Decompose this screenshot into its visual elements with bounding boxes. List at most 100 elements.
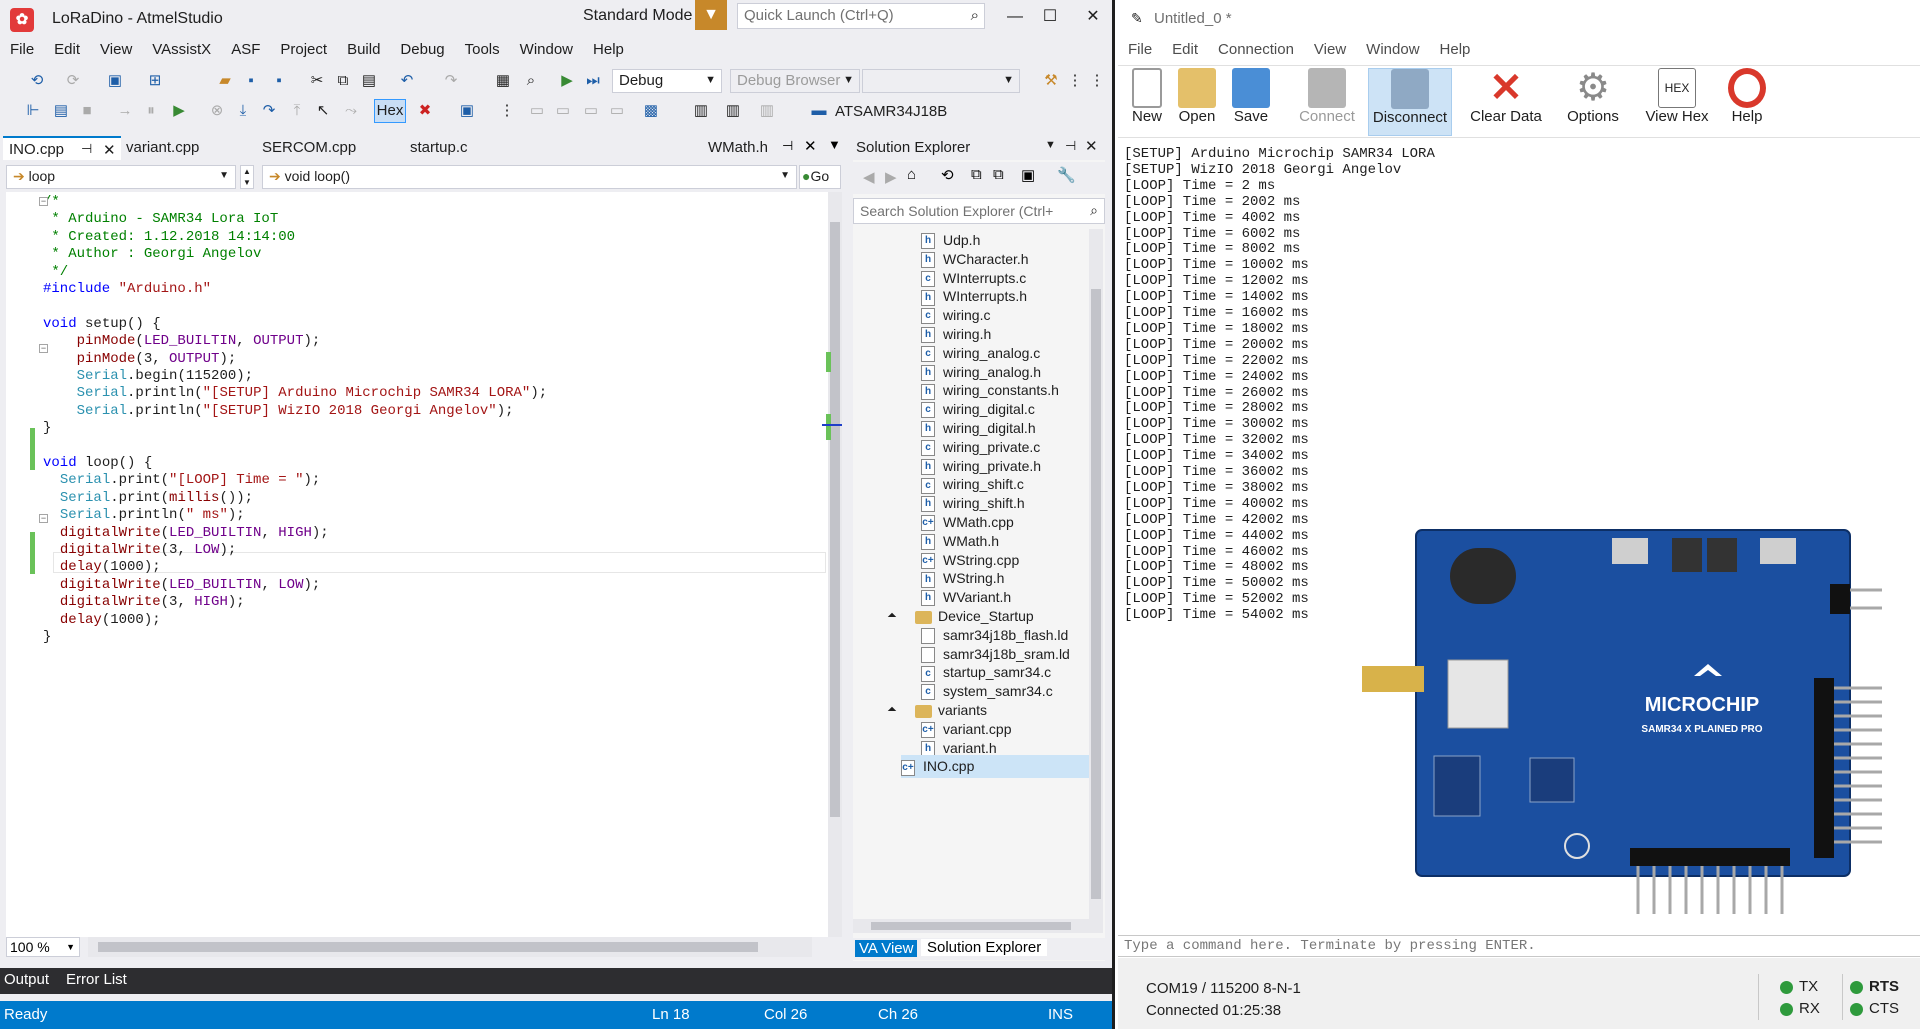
solution-search-input[interactable]: Search Solution Explorer (Ctrl+ ⌕ xyxy=(853,198,1105,224)
configuration-select[interactable]: Debug ▼ xyxy=(612,69,722,93)
view-icon[interactable]: ▭ xyxy=(580,100,602,122)
clear-data-button[interactable]: ✕ Clear Data xyxy=(1468,68,1544,136)
tab-error-list[interactable]: Error List xyxy=(66,971,127,988)
menu-window[interactable]: Window xyxy=(1356,38,1429,64)
pin-icon[interactable]: ⊣ xyxy=(782,138,793,154)
zoom-select[interactable]: 100 % ▼ xyxy=(6,937,80,957)
back-icon[interactable]: ⟲ xyxy=(26,70,48,92)
code-editor[interactable]: /* * Arduino - SAMR34 Lora IoT * Created… xyxy=(6,192,842,937)
tab-ino-cpp[interactable]: INO.cpp ⊣ ✕ xyxy=(3,136,121,160)
tab-list-icon[interactable]: ▼ xyxy=(828,137,841,152)
scroll-thumb[interactable] xyxy=(871,922,1071,930)
menu-file[interactable]: File xyxy=(0,38,44,61)
cut-icon[interactable]: ✂ xyxy=(306,70,328,92)
menu-help[interactable]: Help xyxy=(1430,38,1481,64)
maximize-button[interactable]: ☐ xyxy=(1035,4,1065,30)
run-to-icon[interactable]: ⤳ xyxy=(340,100,362,122)
code-line[interactable]: delay(1000); xyxy=(43,610,161,631)
menu-connection[interactable]: Connection xyxy=(1208,38,1304,64)
tab-sercom-cpp[interactable]: SERCOM.cpp xyxy=(256,136,362,160)
pin-icon[interactable]: ⊣ xyxy=(81,141,92,157)
overflow-icon[interactable]: ⋮ xyxy=(1086,70,1108,92)
tab-va-view[interactable]: VA View xyxy=(855,940,918,957)
home-icon[interactable]: ⌂ xyxy=(907,166,916,183)
menu-edit[interactable]: Edit xyxy=(44,38,90,61)
save-icon[interactable]: ▪ xyxy=(240,70,262,92)
menu-edit[interactable]: Edit xyxy=(1162,38,1208,64)
back-icon[interactable]: ◀ xyxy=(863,168,875,186)
expand-icon[interactable] xyxy=(887,707,897,716)
open-folder-icon[interactable]: ▰ xyxy=(214,70,236,92)
close-icon[interactable]: ✕ xyxy=(103,141,116,159)
menu-asf[interactable]: ASF xyxy=(221,38,270,61)
wrench-icon[interactable]: 🔧 xyxy=(1057,166,1076,184)
menu-view[interactable]: View xyxy=(90,38,142,61)
step-over-icon[interactable]: ↷ xyxy=(258,100,280,122)
new-button[interactable]: New xyxy=(1126,68,1168,136)
disassembly-icon[interactable]: ⊩ xyxy=(22,100,44,122)
tree-item[interactable]: c+ INO.cpp xyxy=(901,755,1089,779)
start-without-debug-icon[interactable]: ⏭ xyxy=(582,70,604,92)
save-button[interactable]: Save xyxy=(1230,68,1272,136)
collapse-icon[interactable]: ⧉ xyxy=(971,166,982,183)
member-select[interactable]: ➔ void loop() ▼ xyxy=(262,165,797,189)
tab-wmath-h[interactable]: WMath.h xyxy=(702,136,774,160)
add-item-icon[interactable]: ⊞ xyxy=(144,70,166,92)
view-icon[interactable]: ▭ xyxy=(526,100,548,122)
open-button[interactable]: Open xyxy=(1176,68,1218,136)
save-all-icon[interactable]: ▪ xyxy=(268,70,290,92)
find-icon[interactable]: ⌕ xyxy=(520,70,542,92)
scroll-thumb[interactable] xyxy=(98,942,758,952)
fold-toggle-icon[interactable]: − xyxy=(39,514,48,523)
build-icon[interactable]: ▦ xyxy=(492,70,514,92)
menu-build[interactable]: Build xyxy=(337,38,390,61)
programming-icon[interactable]: ▥ xyxy=(756,100,778,122)
code-line[interactable]: } xyxy=(43,418,51,439)
solution-tree[interactable]: h Udp.h h WCharacter.h c WInterrupts.c h WInter… xyxy=(853,229,1089,919)
overflow-icon[interactable]: ⋮ xyxy=(496,100,518,122)
scroll-thumb[interactable] xyxy=(830,222,840,817)
redo-icon[interactable]: ↷ xyxy=(440,70,462,92)
close-icon[interactable]: ✕ xyxy=(1085,137,1098,155)
vertical-scrollbar[interactable] xyxy=(822,192,842,937)
chip-icon[interactable]: ▥ xyxy=(690,100,712,122)
pin-icon[interactable]: ⊣ xyxy=(1065,138,1076,154)
code-line[interactable]: #include "Arduino.h" xyxy=(43,279,211,300)
scroll-thumb[interactable] xyxy=(1091,289,1101,899)
menu-view[interactable]: View xyxy=(1304,38,1356,64)
view-icon[interactable]: ▭ xyxy=(606,100,628,122)
command-input[interactable]: Type a command here. Terminate by pressi… xyxy=(1118,935,1920,957)
chevron-down-icon[interactable]: ▼ xyxy=(1045,139,1056,151)
menu-debug[interactable]: Debug xyxy=(390,38,454,61)
help-button[interactable]: Help xyxy=(1724,68,1770,136)
sync-icon[interactable]: ⟲ xyxy=(941,166,954,184)
hex-toggle-button[interactable]: Hex xyxy=(374,99,406,123)
connect-button[interactable]: Connect xyxy=(1294,68,1360,136)
menu-tools[interactable]: Tools xyxy=(455,38,510,61)
menu-project[interactable]: Project xyxy=(270,38,337,61)
properties-icon[interactable]: ▣ xyxy=(1021,166,1035,184)
disconnect-button[interactable]: Disconnect xyxy=(1368,68,1452,136)
menu-help[interactable]: Help xyxy=(583,38,634,61)
close-icon[interactable]: ✕ xyxy=(804,137,817,155)
clear-breakpoints-icon[interactable]: ✖ xyxy=(414,100,436,122)
tab-output[interactable]: Output xyxy=(4,971,49,988)
menu-vassistx[interactable]: VAssistX xyxy=(142,38,221,61)
continue-icon[interactable]: ▶ xyxy=(168,100,190,122)
quick-launch-input[interactable]: Quick Launch (Ctrl+Q) ⌕ xyxy=(737,3,985,29)
step-into-icon[interactable]: ⤓ xyxy=(232,100,254,122)
stop-icon[interactable]: ■ xyxy=(76,100,98,122)
forward-icon[interactable]: ▶ xyxy=(885,168,897,186)
go-button[interactable]: ●Go xyxy=(799,165,841,189)
tree-vertical-scrollbar[interactable] xyxy=(1089,229,1103,919)
code-line[interactable]: } xyxy=(43,627,51,648)
minimize-button[interactable]: — xyxy=(1000,4,1030,30)
menu-file[interactable]: File xyxy=(1118,38,1162,64)
code-line[interactable]: Serial.println("[SETUP] WizIO 2018 Georg… xyxy=(43,401,514,422)
memory-icon[interactable]: ▩ xyxy=(640,100,662,122)
tree-horizontal-scrollbar[interactable] xyxy=(853,919,1103,933)
chip-icon[interactable]: ▥ xyxy=(722,100,744,122)
windows-icon[interactable]: ▣ xyxy=(456,100,478,122)
expand-icon[interactable] xyxy=(887,613,897,622)
breakpoint-icon[interactable]: ⊗ xyxy=(206,100,228,122)
